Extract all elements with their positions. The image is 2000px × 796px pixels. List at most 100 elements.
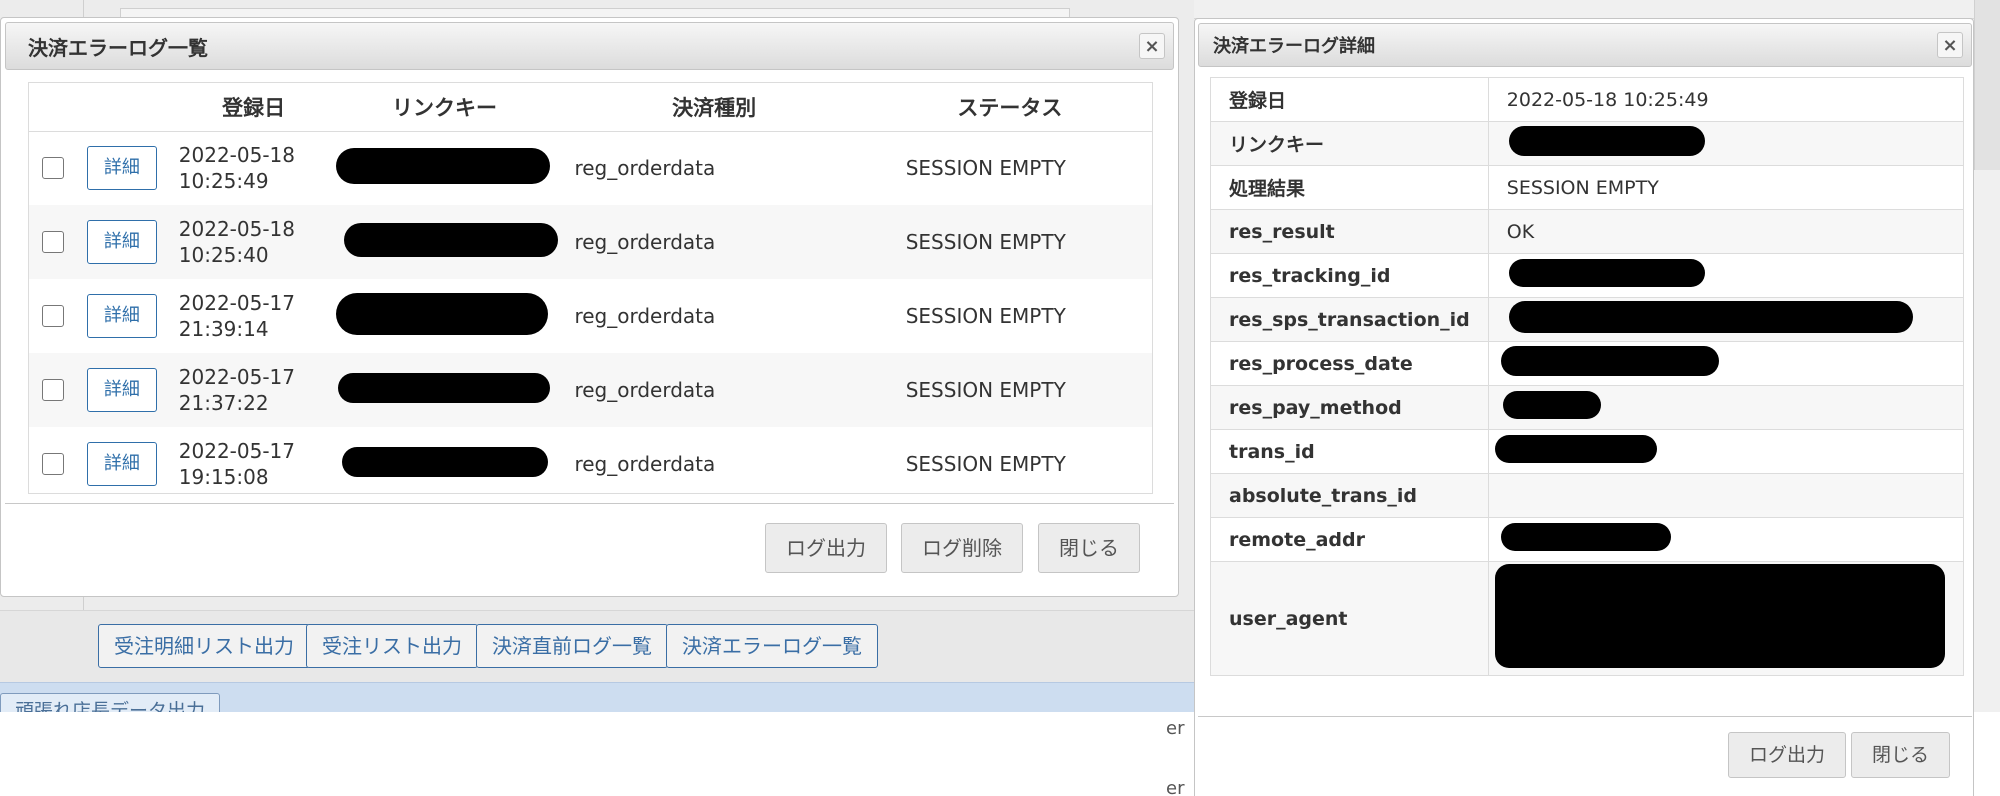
detail-key: absolute_trans_id bbox=[1210, 473, 1489, 518]
link-key-redaction bbox=[336, 147, 551, 184]
detail-value bbox=[1487, 429, 1964, 474]
table-row: 詳細 2022-05-17 19:15:08 reg_orderdata SESS… bbox=[29, 427, 1152, 493]
detail-key: リンクキー bbox=[1210, 121, 1489, 166]
column-header-checkbox bbox=[29, 83, 87, 132]
detail-row: リンクキー bbox=[1210, 121, 1964, 166]
detail-button[interactable]: 詳細 bbox=[86, 294, 157, 338]
payment-error-log-list-button[interactable]: 決済エラーログ一覧 bbox=[666, 624, 878, 668]
close-button[interactable]: 閉じる bbox=[1038, 523, 1140, 573]
detail-row: res_pay_method bbox=[1210, 385, 1964, 430]
redaction bbox=[1508, 259, 1705, 287]
detail-value bbox=[1487, 517, 1964, 562]
detail-value bbox=[1487, 561, 1964, 676]
dialog-titlebar[interactable]: 決済エラーログ詳細 × bbox=[1198, 23, 1972, 67]
detail-row: res_result OK bbox=[1210, 209, 1964, 254]
row-payment-type: reg_orderdata bbox=[574, 452, 716, 476]
column-header-link-key: リンクキー bbox=[328, 83, 561, 132]
detail-row: remote_addr bbox=[1210, 517, 1964, 562]
detail-value bbox=[1487, 121, 1964, 166]
table-row: 詳細 2022-05-18 10:25:49 reg_orderdata SESS… bbox=[29, 131, 1152, 205]
row-status: SESSION EMPTY bbox=[867, 205, 1152, 279]
detail-row: 登録日 2022-05-18 10:25:49 bbox=[1210, 77, 1964, 122]
background-peek-text: er bbox=[1166, 718, 1185, 739]
detail-value bbox=[1487, 297, 1964, 342]
table-row: 詳細 2022-05-18 10:25:40 reg_orderdata SESS… bbox=[29, 205, 1152, 279]
dialog-footer-divider bbox=[1198, 716, 1972, 717]
detail-row: trans_id bbox=[1210, 429, 1964, 474]
redaction bbox=[1494, 435, 1657, 463]
detail-value bbox=[1487, 385, 1964, 430]
pre-payment-log-list-button[interactable]: 決済直前ログ一覧 bbox=[476, 624, 668, 668]
row-checkbox[interactable] bbox=[42, 305, 64, 327]
redaction bbox=[1508, 301, 1913, 333]
row-payment-type: reg_orderdata bbox=[560, 205, 868, 279]
row-time: 19:15:08 bbox=[178, 465, 269, 489]
detail-key: res_sps_transaction_id bbox=[1210, 297, 1489, 342]
dialog-title: 決済エラーログ詳細 bbox=[1213, 36, 1375, 57]
shop-data-export-button[interactable]: 頑張れ店長データ出力 bbox=[0, 693, 221, 712]
column-header-payment-type: 決済種別 bbox=[560, 83, 868, 132]
background-peek-text: er bbox=[1166, 778, 1185, 796]
detail-row: user_agent bbox=[1210, 561, 1964, 676]
order-list-export-button[interactable]: 受注リスト出力 bbox=[306, 624, 478, 668]
row-checkbox[interactable] bbox=[42, 231, 64, 253]
column-header-detail bbox=[86, 83, 179, 132]
detail-key: user_agent bbox=[1210, 561, 1489, 676]
row-checkbox[interactable] bbox=[42, 379, 64, 401]
detail-key: trans_id bbox=[1210, 429, 1489, 474]
table-header-row: 登録日 リンクキー 決済種別 ステータス bbox=[29, 83, 1152, 132]
detail-key: res_pay_method bbox=[1210, 385, 1489, 430]
row-date: 2022-05-18 bbox=[178, 143, 295, 168]
detail-key: 処理結果 bbox=[1210, 165, 1489, 210]
row-payment-type: reg_orderdata bbox=[560, 353, 868, 427]
row-status: SESSION EMPTY bbox=[867, 353, 1152, 427]
payment-error-log-detail-dialog: 決済エラーログ詳細 × 登録日 2022-05-18 10:25:49 リンクキ… bbox=[1194, 18, 1974, 796]
row-date: 2022-05-17 bbox=[178, 439, 295, 463]
row-status: SESSION EMPTY bbox=[905, 156, 1066, 181]
row-payment-type: reg_orderdata bbox=[574, 304, 716, 328]
dialog-footer-divider bbox=[5, 503, 1174, 504]
dialog-title: 決済エラーログ一覧 bbox=[28, 35, 208, 60]
close-icon[interactable]: × bbox=[1139, 33, 1165, 59]
row-payment-type: reg_orderdata bbox=[574, 156, 716, 181]
table-row: 詳細 2022-05-17 21:39:14 reg_orderdata SESS… bbox=[29, 279, 1152, 353]
table-row: 詳細 2022-05-17 21:37:22 reg_orderdata SESS… bbox=[29, 353, 1152, 427]
redaction bbox=[1508, 126, 1705, 156]
payment-error-log-list-dialog: 決済エラーログ一覧 × 登録日 リンクキー 決済種別 ステータス 詳細 2022… bbox=[0, 17, 1179, 597]
detail-key: 登録日 bbox=[1210, 77, 1489, 122]
row-time: 21:37:22 bbox=[178, 391, 269, 415]
row-date: 2022-05-17 bbox=[178, 291, 295, 315]
link-key-redaction bbox=[336, 292, 549, 335]
log-export-button[interactable]: ログ出力 bbox=[1728, 732, 1847, 778]
background-scroll-edge bbox=[1974, 0, 2000, 170]
redaction bbox=[1500, 346, 1719, 376]
detail-value bbox=[1487, 341, 1964, 386]
log-detail-table: 登録日 2022-05-18 10:25:49 リンクキー 処理結果 SESSI… bbox=[1210, 77, 1964, 676]
detail-row: res_tracking_id bbox=[1210, 253, 1964, 298]
redaction bbox=[1500, 523, 1671, 551]
log-list-table-container[interactable]: 登録日 リンクキー 決済種別 ステータス 詳細 2022-05-18 10:25:… bbox=[28, 82, 1153, 494]
row-date: 2022-05-18 bbox=[178, 217, 295, 241]
close-button[interactable]: 閉じる bbox=[1851, 732, 1951, 778]
detail-button[interactable]: 詳細 bbox=[86, 220, 157, 264]
detail-button[interactable]: 詳細 bbox=[86, 146, 157, 191]
background-strip: 頑張れ店長データ出力 bbox=[0, 682, 1194, 712]
detail-button[interactable]: 詳細 bbox=[86, 368, 157, 412]
log-export-button[interactable]: ログ出力 bbox=[765, 523, 887, 573]
row-checkbox[interactable] bbox=[42, 157, 64, 180]
link-key-redaction bbox=[344, 222, 559, 257]
redaction bbox=[1494, 564, 1945, 668]
row-status: SESSION EMPTY bbox=[905, 452, 1066, 476]
detail-row: 処理結果 SESSION EMPTY bbox=[1210, 165, 1964, 210]
row-time: 10:25:40 bbox=[178, 243, 269, 267]
log-list-table: 登録日 リンクキー 決済種別 ステータス 詳細 2022-05-18 10:25:… bbox=[29, 83, 1152, 493]
detail-row: absolute_trans_id bbox=[1210, 473, 1964, 518]
log-delete-button[interactable]: ログ削除 bbox=[901, 523, 1023, 573]
detail-key: res_process_date bbox=[1210, 341, 1489, 386]
detail-button[interactable]: 詳細 bbox=[86, 442, 157, 486]
link-key-redaction bbox=[338, 372, 551, 403]
row-checkbox[interactable] bbox=[42, 453, 64, 475]
dialog-titlebar[interactable]: 決済エラーログ一覧 × bbox=[5, 22, 1174, 70]
order-detail-list-export-button[interactable]: 受注明細リスト出力 bbox=[98, 624, 310, 668]
close-icon[interactable]: × bbox=[1937, 32, 1963, 58]
